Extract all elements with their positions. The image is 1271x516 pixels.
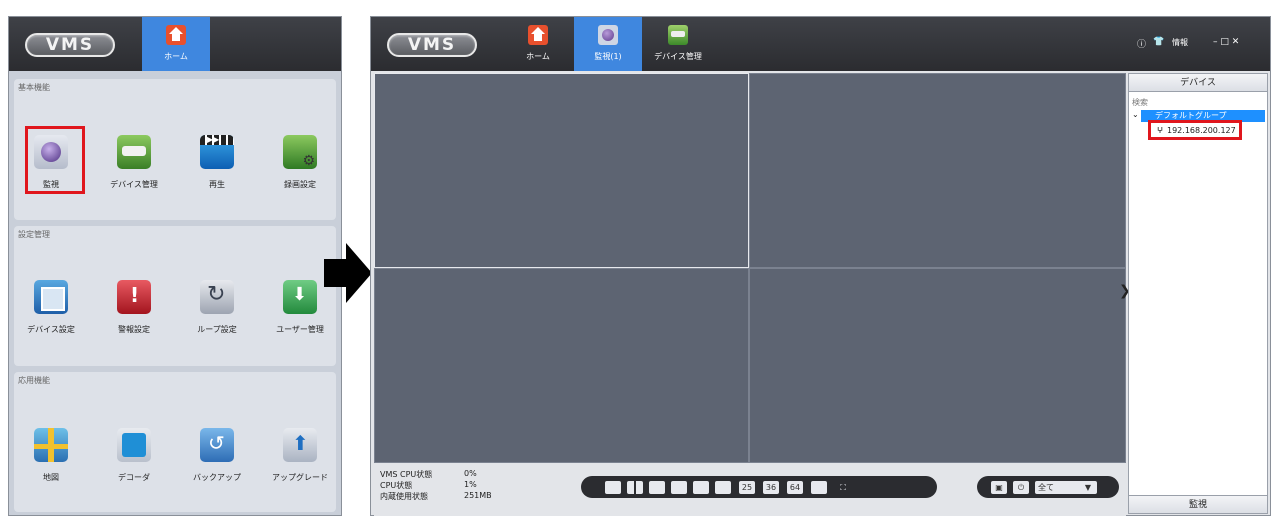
device-panel-title: デバイス	[1129, 74, 1267, 92]
section-title: 基本機能	[18, 83, 50, 92]
layout-64-button[interactable]: 64	[787, 481, 803, 494]
layout-8-icon[interactable]	[671, 481, 687, 494]
device-manage-icon	[668, 25, 688, 45]
chevron-down-icon: ▼	[1084, 483, 1091, 492]
record-settings-icon	[283, 135, 317, 169]
layout-9-icon[interactable]	[693, 481, 709, 494]
layout-1-icon[interactable]	[605, 481, 621, 494]
playback-icon	[200, 135, 234, 169]
tab-home[interactable]: ホーム	[142, 17, 210, 71]
item-upgrade[interactable]: アップグレード	[261, 428, 339, 483]
device-panel: デバイス 検索 ⌄ デフォルトグループ ⵖ 192.168.200.127 監視	[1128, 73, 1268, 514]
tab-monitor[interactable]: 監視(1)	[574, 17, 642, 71]
backup-icon	[200, 428, 234, 462]
vms-cpu-value: 0%	[464, 469, 477, 478]
arrow-right-icon	[324, 243, 372, 303]
device-settings-icon	[34, 280, 68, 314]
video-pane[interactable]	[749, 268, 1126, 463]
item-loop-settings[interactable]: ループ設定	[178, 280, 256, 335]
item-alarm-settings[interactable]: 警報設定	[95, 280, 173, 335]
highlight-box	[1148, 120, 1242, 140]
home-window: VMS ホーム 基本機能 監視 デバイス管理 再生 録画設定 設定管理 デバイス…	[8, 16, 342, 516]
mem-value: 251MB	[464, 491, 492, 500]
map-icon	[34, 428, 68, 462]
top-bar: VMS ホーム	[9, 17, 341, 71]
section-advanced: 応用機能 地図 デコーダ バックアップ アップグレード	[14, 372, 336, 512]
stream-select[interactable]: 全て ▼	[1035, 481, 1097, 494]
layout-custom-icon[interactable]	[811, 481, 827, 494]
mem-label: 内蔵使用状態	[380, 492, 428, 501]
cpu-label: CPU状態	[380, 481, 413, 490]
home-icon	[528, 25, 548, 45]
home-icon	[166, 25, 186, 45]
decoder-icon	[117, 428, 151, 462]
fullscreen-icon[interactable]: ⛶	[835, 481, 851, 494]
chevron-down-icon[interactable]: ⌄	[1132, 110, 1139, 119]
layout-toolbar: 25 36 64 ⛶	[581, 476, 937, 498]
tab-home[interactable]: ホーム	[504, 17, 572, 71]
info-icon[interactable]: ⓘ	[1137, 37, 1146, 50]
section-basic: 基本機能 監視 デバイス管理 再生 録画設定	[14, 79, 336, 220]
top-bar: VMS ホーム 監視(1) デバイス管理 ⓘ 👕 情報 – □ ✕	[371, 17, 1270, 71]
alarm-settings-icon	[117, 280, 151, 314]
item-device-settings[interactable]: デバイス設定	[12, 280, 90, 335]
bottom-toolbar: VMS CPU状態 0% CPU状態 1% 内蔵使用状態 251MB 25 36…	[374, 463, 1126, 516]
layout-25-button[interactable]: 25	[739, 481, 755, 494]
user-manage-icon	[283, 280, 317, 314]
cpu-value: 1%	[464, 480, 477, 489]
layout-16-icon[interactable]	[715, 481, 731, 494]
item-decoder[interactable]: デコーダ	[95, 428, 173, 483]
upgrade-icon	[283, 428, 317, 462]
video-pane[interactable]	[749, 73, 1126, 268]
video-area[interactable]	[374, 73, 1126, 463]
window-controls[interactable]: – □ ✕	[1213, 37, 1239, 47]
layout-4-icon[interactable]	[627, 481, 643, 494]
tab-device-manage[interactable]: デバイス管理	[644, 17, 712, 71]
item-record-settings[interactable]: 録画設定	[261, 135, 339, 190]
video-pane[interactable]	[374, 73, 749, 268]
monitor-footer-button[interactable]: 監視	[1129, 495, 1267, 513]
power-icon[interactable]: ⏻	[1013, 481, 1029, 494]
monitor-window: VMS ホーム 監視(1) デバイス管理 ⓘ 👕 情報 – □ ✕ ❯ VMS …	[370, 16, 1271, 516]
item-playback[interactable]: 再生	[178, 135, 256, 190]
video-pane[interactable]	[374, 268, 749, 463]
section-title: 設定管理	[18, 230, 50, 239]
stream-toolbar: ▣ ⏻ 全て ▼	[977, 476, 1119, 498]
section-title: 応用機能	[18, 376, 50, 385]
shirt-icon[interactable]: 👕	[1153, 37, 1164, 47]
item-map[interactable]: 地図	[12, 428, 90, 483]
vms-cpu-label: VMS CPU状態	[380, 470, 433, 479]
highlight-box	[25, 126, 85, 194]
search-input[interactable]: 検索	[1132, 97, 1148, 108]
info-label[interactable]: 情報	[1172, 37, 1188, 48]
item-backup[interactable]: バックアップ	[178, 428, 256, 483]
save-icon[interactable]: ▣	[991, 481, 1007, 494]
monitor-icon	[598, 25, 618, 45]
item-device-manage[interactable]: デバイス管理	[95, 135, 173, 190]
layout-6-icon[interactable]	[649, 481, 665, 494]
loop-settings-icon	[200, 280, 234, 314]
vms-logo: VMS	[387, 33, 477, 57]
vms-logo: VMS	[25, 33, 115, 57]
section-settings: 設定管理 デバイス設定 警報設定 ループ設定 ユーザー管理	[14, 226, 336, 366]
device-manage-icon	[117, 135, 151, 169]
layout-36-button[interactable]: 36	[763, 481, 779, 494]
